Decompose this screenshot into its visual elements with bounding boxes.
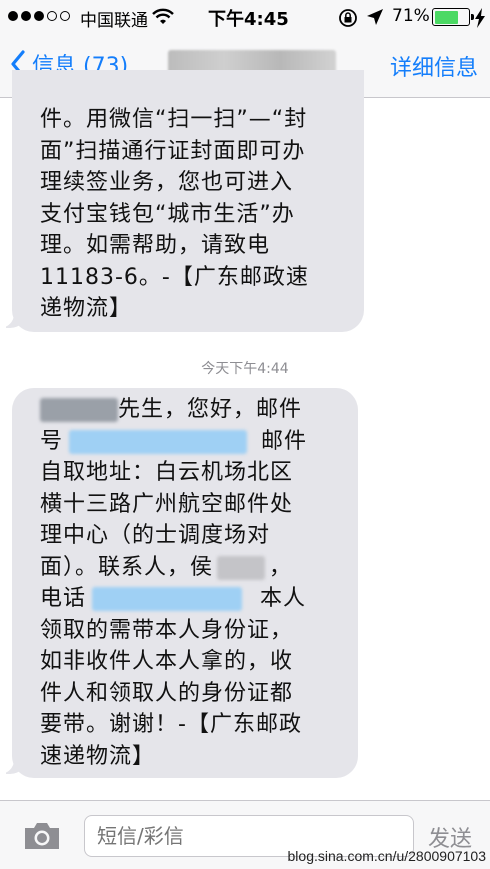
message-text-line: 面）。联系人，侯， [40, 554, 293, 580]
message-text-line: 如非收件人本人拿的，收 [40, 649, 294, 674]
message-bubble[interactable]: 件。用微信“扫一扫”—“封 面”扫描通行证封面即可办 理续签业务，您也可进入 支… [12, 70, 364, 332]
status-clock: 下午4:45 [208, 9, 289, 30]
message-text-line: 先生，您好，邮件 [40, 394, 340, 426]
redacted-contact-name [217, 555, 266, 580]
message-text-line: 理续签业务，您也可进入 [40, 170, 294, 195]
message-text-line: 件。用微信“扫一扫”—“封 [40, 107, 308, 132]
charging-icon [475, 8, 485, 28]
status-bar: 中国联通 下午4:45 71% [0, 0, 490, 34]
message-text-line: 要带。谢谢！-【广东邮政 [40, 712, 302, 737]
wifi-icon [152, 8, 174, 24]
redacted-phone-number [92, 587, 243, 611]
message-bubble[interactable]: 先生，您好，邮件 号邮件 自取地址：白云机场北区 横十三路广州航空邮件处 理中心… [12, 388, 358, 778]
message-text-line: 11183-6。-【广东邮政速 [40, 264, 309, 290]
watermark: blog.sina.com.cn/u/2800907103 [287, 848, 486, 864]
message-text-line: 领取的需带本人身份证， [40, 617, 294, 643]
message-text-line: 件人和领取人的身份证都 [40, 680, 294, 706]
orientation-lock-icon [339, 9, 357, 27]
message-text-line: 面”扫描通行证封面即可办 [40, 138, 306, 164]
message-text-line: 自取地址：白云机场北区 [40, 460, 294, 485]
message-text-line: 横十三路广州航空邮件处 [40, 491, 294, 517]
redacted-name [40, 398, 118, 422]
battery-icon [432, 8, 474, 26]
redacted-tracking-number [69, 429, 248, 454]
message-text-line: 电话 本人 [40, 586, 307, 611]
signal-strength-icon [8, 11, 70, 21]
camera-icon[interactable] [22, 821, 62, 851]
carrier-name: 中国联通 [80, 11, 148, 31]
message-text-line: 递物流】 [40, 296, 133, 321]
message-timestamp: 今天下午4:44 [201, 361, 289, 377]
battery-percent: 71% [392, 6, 430, 26]
message-text-line: 理中心（的士调度场对 [40, 523, 271, 548]
details-button[interactable]: 详细信息 [390, 50, 478, 82]
message-text-line: 理。如需帮助，请致电 [40, 233, 271, 258]
message-text-line: 支付宝钱包“城市生活”办 [40, 201, 295, 227]
location-arrow-icon [367, 9, 383, 25]
message-text-line: 号邮件 [40, 428, 308, 454]
message-text-line: 速递物流】 [40, 743, 156, 769]
